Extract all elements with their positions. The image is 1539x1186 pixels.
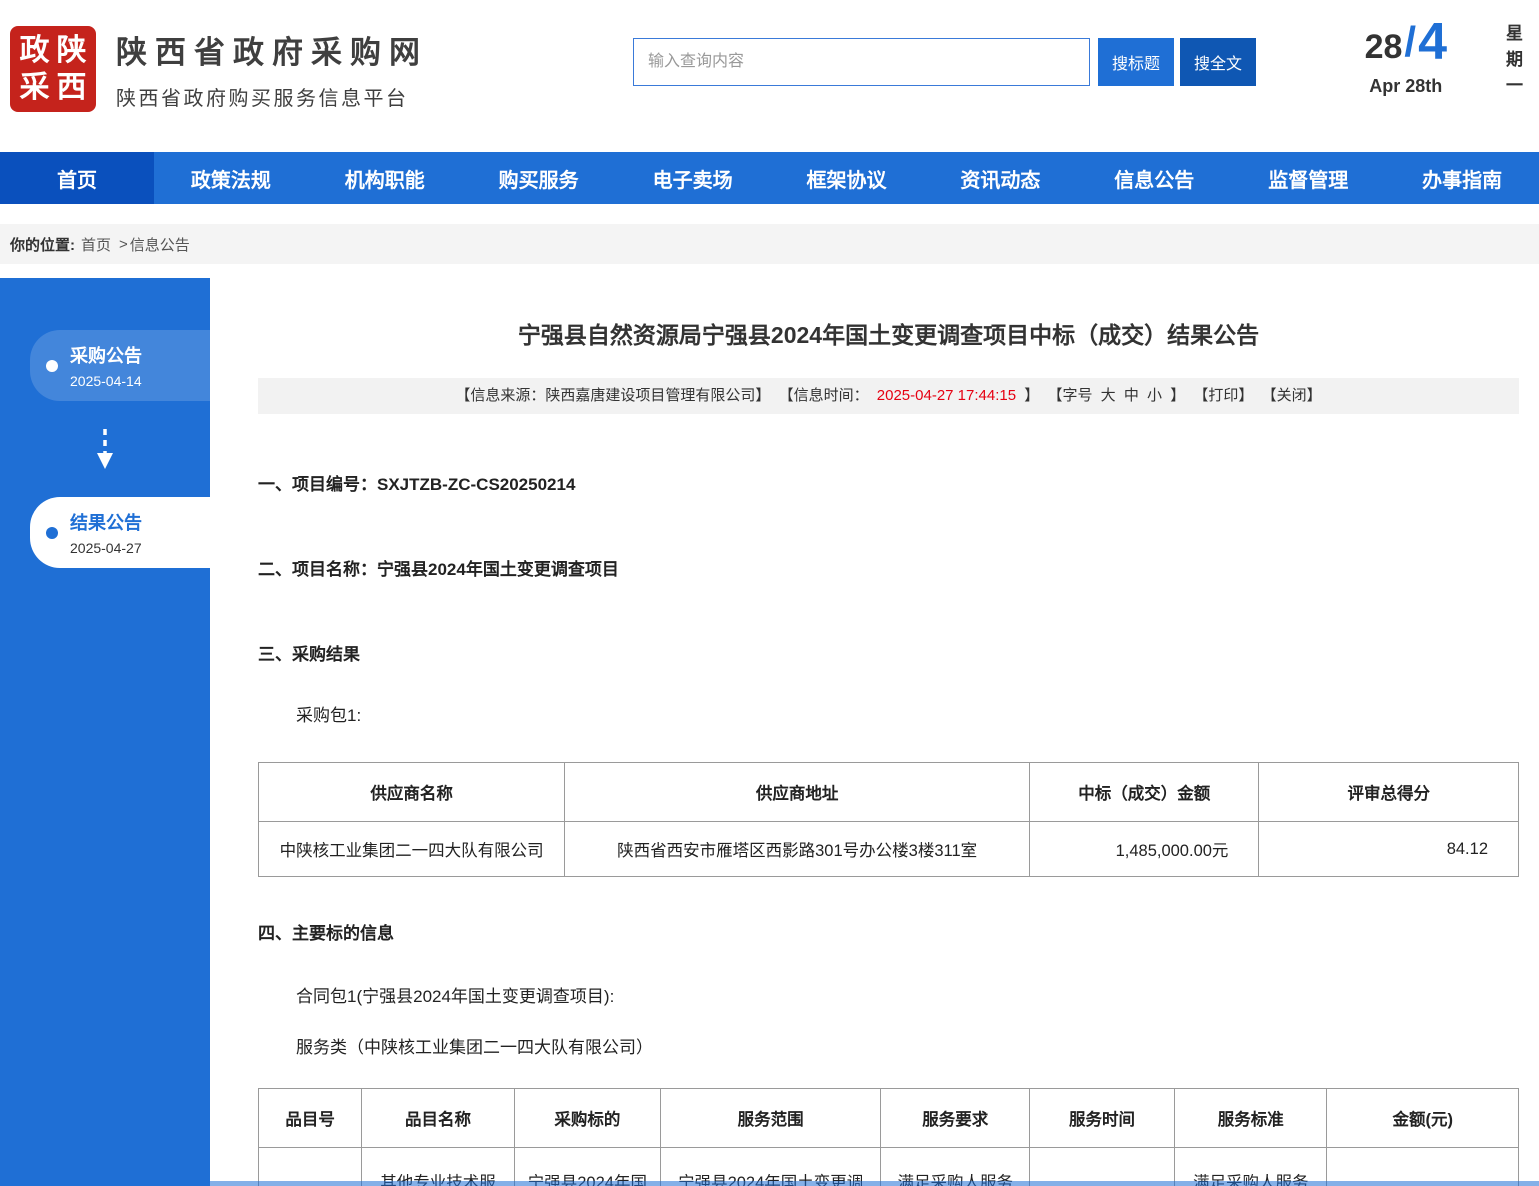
- logo-char: 政: [20, 36, 50, 66]
- procurement-package-label: 采购包1:: [258, 701, 1519, 726]
- bullet-icon: [46, 527, 58, 539]
- article-meta-bar: 【信息来源：陕西嘉唐建设项目管理有限公司】 【信息时间： 2025-04-27 …: [258, 378, 1519, 414]
- detail-table: 品目号 品目名称 采购标的 服务范围 服务要求 服务时间 服务标准 金额(元) …: [258, 1088, 1519, 1186]
- nav-item-news[interactable]: 资讯动态: [923, 152, 1077, 204]
- column-header: 品目名称: [362, 1089, 514, 1148]
- meta-time-value: 2025-04-27 17:44:15: [877, 387, 1016, 404]
- breadcrumb: 你的位置: 首页 > 信息公告: [0, 224, 1539, 264]
- meta-time-prefix: 【信息时间：: [779, 387, 869, 404]
- meta-fontsize-medium[interactable]: 中: [1124, 387, 1139, 404]
- weekday-label: 星期一: [1500, 24, 1525, 102]
- meta-fontsize-large[interactable]: 大: [1101, 387, 1116, 404]
- meta-print-button[interactable]: 【打印】: [1193, 387, 1253, 404]
- column-header: 供应商名称: [259, 763, 565, 822]
- section-bid-info: 四、主要标的信息: [258, 919, 1519, 944]
- breadcrumb-home-link[interactable]: 首页: [81, 234, 111, 255]
- nav-item-policy[interactable]: 政策法规: [154, 152, 308, 204]
- nav-item-home[interactable]: 首页: [0, 152, 154, 204]
- site-header: 政 陕 采 西 陕西省政府采购网 陕西省政府购买服务信息平台 搜标题 搜全文 2…: [0, 0, 1539, 152]
- sidebar-item-procurement-notice[interactable]: 采购公告 2025-04-14: [30, 330, 210, 401]
- article-title: 宁强县自然资源局宁强县2024年国土变更调查项目中标（成交）结果公告: [258, 316, 1519, 350]
- search-fulltext-button[interactable]: 搜全文: [1180, 38, 1256, 86]
- date-english: Apr 28th: [1365, 76, 1447, 97]
- section-procurement-result: 三、采购结果: [258, 640, 1519, 665]
- article: 宁强县自然资源局宁强县2024年国土变更调查项目中标（成交）结果公告 【信息来源…: [210, 278, 1539, 1186]
- column-header: 采购标的: [514, 1089, 660, 1148]
- search-input[interactable]: [633, 38, 1090, 86]
- meta-source: 【信息来源：陕西嘉唐建设项目管理有限公司】: [455, 387, 770, 404]
- site-titles: 陕西省政府采购网 陕西省政府购买服务信息平台: [116, 27, 428, 111]
- contract-package-label: 合同包1(宁强县2024年国土变更调查项目):: [258, 982, 1519, 1007]
- logo-char: 西: [57, 73, 87, 103]
- nav-item-guide[interactable]: 办事指南: [1385, 152, 1539, 204]
- detail-table-header-row: 品目号 品目名称 采购标的 服务范围 服务要求 服务时间 服务标准 金额(元): [259, 1089, 1519, 1148]
- nav-item-emall[interactable]: 电子卖场: [616, 152, 770, 204]
- date-slash: /: [1404, 18, 1416, 66]
- search-bar: 搜标题 搜全文: [633, 38, 1256, 86]
- sidebar-item-date: 2025-04-27: [70, 540, 142, 556]
- date-day: 28: [1365, 28, 1403, 67]
- result-table-header-row: 供应商名称 供应商地址 中标（成交）金额 评审总得分: [259, 763, 1519, 822]
- section-project-number: 一、项目编号：SXJTZB-ZC-CS20250214: [258, 470, 1519, 495]
- nav-item-purchase-services[interactable]: 购买服务: [462, 152, 616, 204]
- sidebar-item-label: 采购公告: [70, 342, 142, 368]
- supplier-name-cell: 中陕核工业集团二一四大队有限公司: [259, 822, 565, 877]
- meta-fontsize-small[interactable]: 小: [1147, 387, 1162, 404]
- sidebar-item-label: 结果公告: [70, 509, 142, 535]
- logo-char: 陕: [57, 36, 87, 66]
- column-header: 评审总得分: [1259, 763, 1519, 822]
- meta-time-suffix: 】: [1024, 387, 1039, 404]
- column-header: 服务时间: [1030, 1089, 1175, 1148]
- column-header: 品目号: [259, 1089, 362, 1148]
- column-header: 金额(元): [1327, 1089, 1519, 1148]
- column-header: 服务范围: [660, 1089, 881, 1148]
- sidebar-item-date: 2025-04-14: [70, 373, 142, 389]
- service-category-label: 服务类（中陕核工业集团二一四大队有限公司）: [258, 1033, 1519, 1058]
- sidebar: 采购公告 2025-04-14 结果公告 2025-04-27: [0, 278, 210, 1186]
- sidebar-item-result-notice[interactable]: 结果公告 2025-04-27: [30, 497, 210, 568]
- logo-char: 采: [20, 73, 50, 103]
- column-header: 服务标准: [1174, 1089, 1326, 1148]
- breadcrumb-label: 你的位置:: [10, 234, 75, 255]
- main-nav: 首页 政策法规 机构职能 购买服务 电子卖场 框架协议 资讯动态 信息公告 监督…: [0, 152, 1539, 204]
- meta-close-button[interactable]: 【关闭】: [1262, 387, 1322, 404]
- date-display: 28 / 4 Apr 28th: [1365, 18, 1447, 97]
- review-score-cell: 84.12: [1259, 822, 1519, 877]
- nav-item-org-functions[interactable]: 机构职能: [308, 152, 462, 204]
- nav-item-supervision[interactable]: 监督管理: [1231, 152, 1385, 204]
- table-row: 中陕核工业集团二一四大队有限公司 陕西省西安市雁塔区西影路301号办公楼3楼31…: [259, 822, 1519, 877]
- column-header: 中标（成交）金额: [1030, 763, 1259, 822]
- meta-fontsize-prefix: 【字号: [1047, 387, 1092, 404]
- date-month: 4: [1418, 12, 1447, 72]
- meta-fontsize-suffix: 】: [1170, 387, 1185, 404]
- search-title-button[interactable]: 搜标题: [1098, 38, 1174, 86]
- site-title: 陕西省政府采购网: [116, 27, 428, 72]
- column-header: 服务要求: [881, 1089, 1030, 1148]
- section-project-name: 二、项目名称：宁强县2024年国土变更调查项目: [258, 555, 1519, 580]
- nav-item-info-announcements[interactable]: 信息公告: [1077, 152, 1231, 204]
- brand: 政 陕 采 西 陕西省政府采购网 陕西省政府购买服务信息平台: [10, 26, 428, 112]
- site-subtitle: 陕西省政府购买服务信息平台: [116, 82, 428, 111]
- result-table: 供应商名称 供应商地址 中标（成交）金额 评审总得分 中陕核工业集团二一四大队有…: [258, 762, 1519, 877]
- bullet-icon: [46, 360, 58, 372]
- footer-strip: [0, 1181, 1539, 1186]
- breadcrumb-separator: >: [119, 236, 128, 253]
- arrow-down-icon: [0, 427, 210, 471]
- site-logo[interactable]: 政 陕 采 西: [10, 26, 96, 112]
- supplier-address-cell: 陕西省西安市雁塔区西影路301号办公楼3楼311室: [565, 822, 1030, 877]
- award-amount-cell: 1,485,000.00元: [1030, 822, 1259, 877]
- content-area: 采购公告 2025-04-14 结果公告 2025-04-27 宁强县自然资源局…: [0, 278, 1539, 1186]
- column-header: 供应商地址: [565, 763, 1030, 822]
- nav-item-framework[interactable]: 框架协议: [770, 152, 924, 204]
- breadcrumb-current-link[interactable]: 信息公告: [130, 234, 190, 255]
